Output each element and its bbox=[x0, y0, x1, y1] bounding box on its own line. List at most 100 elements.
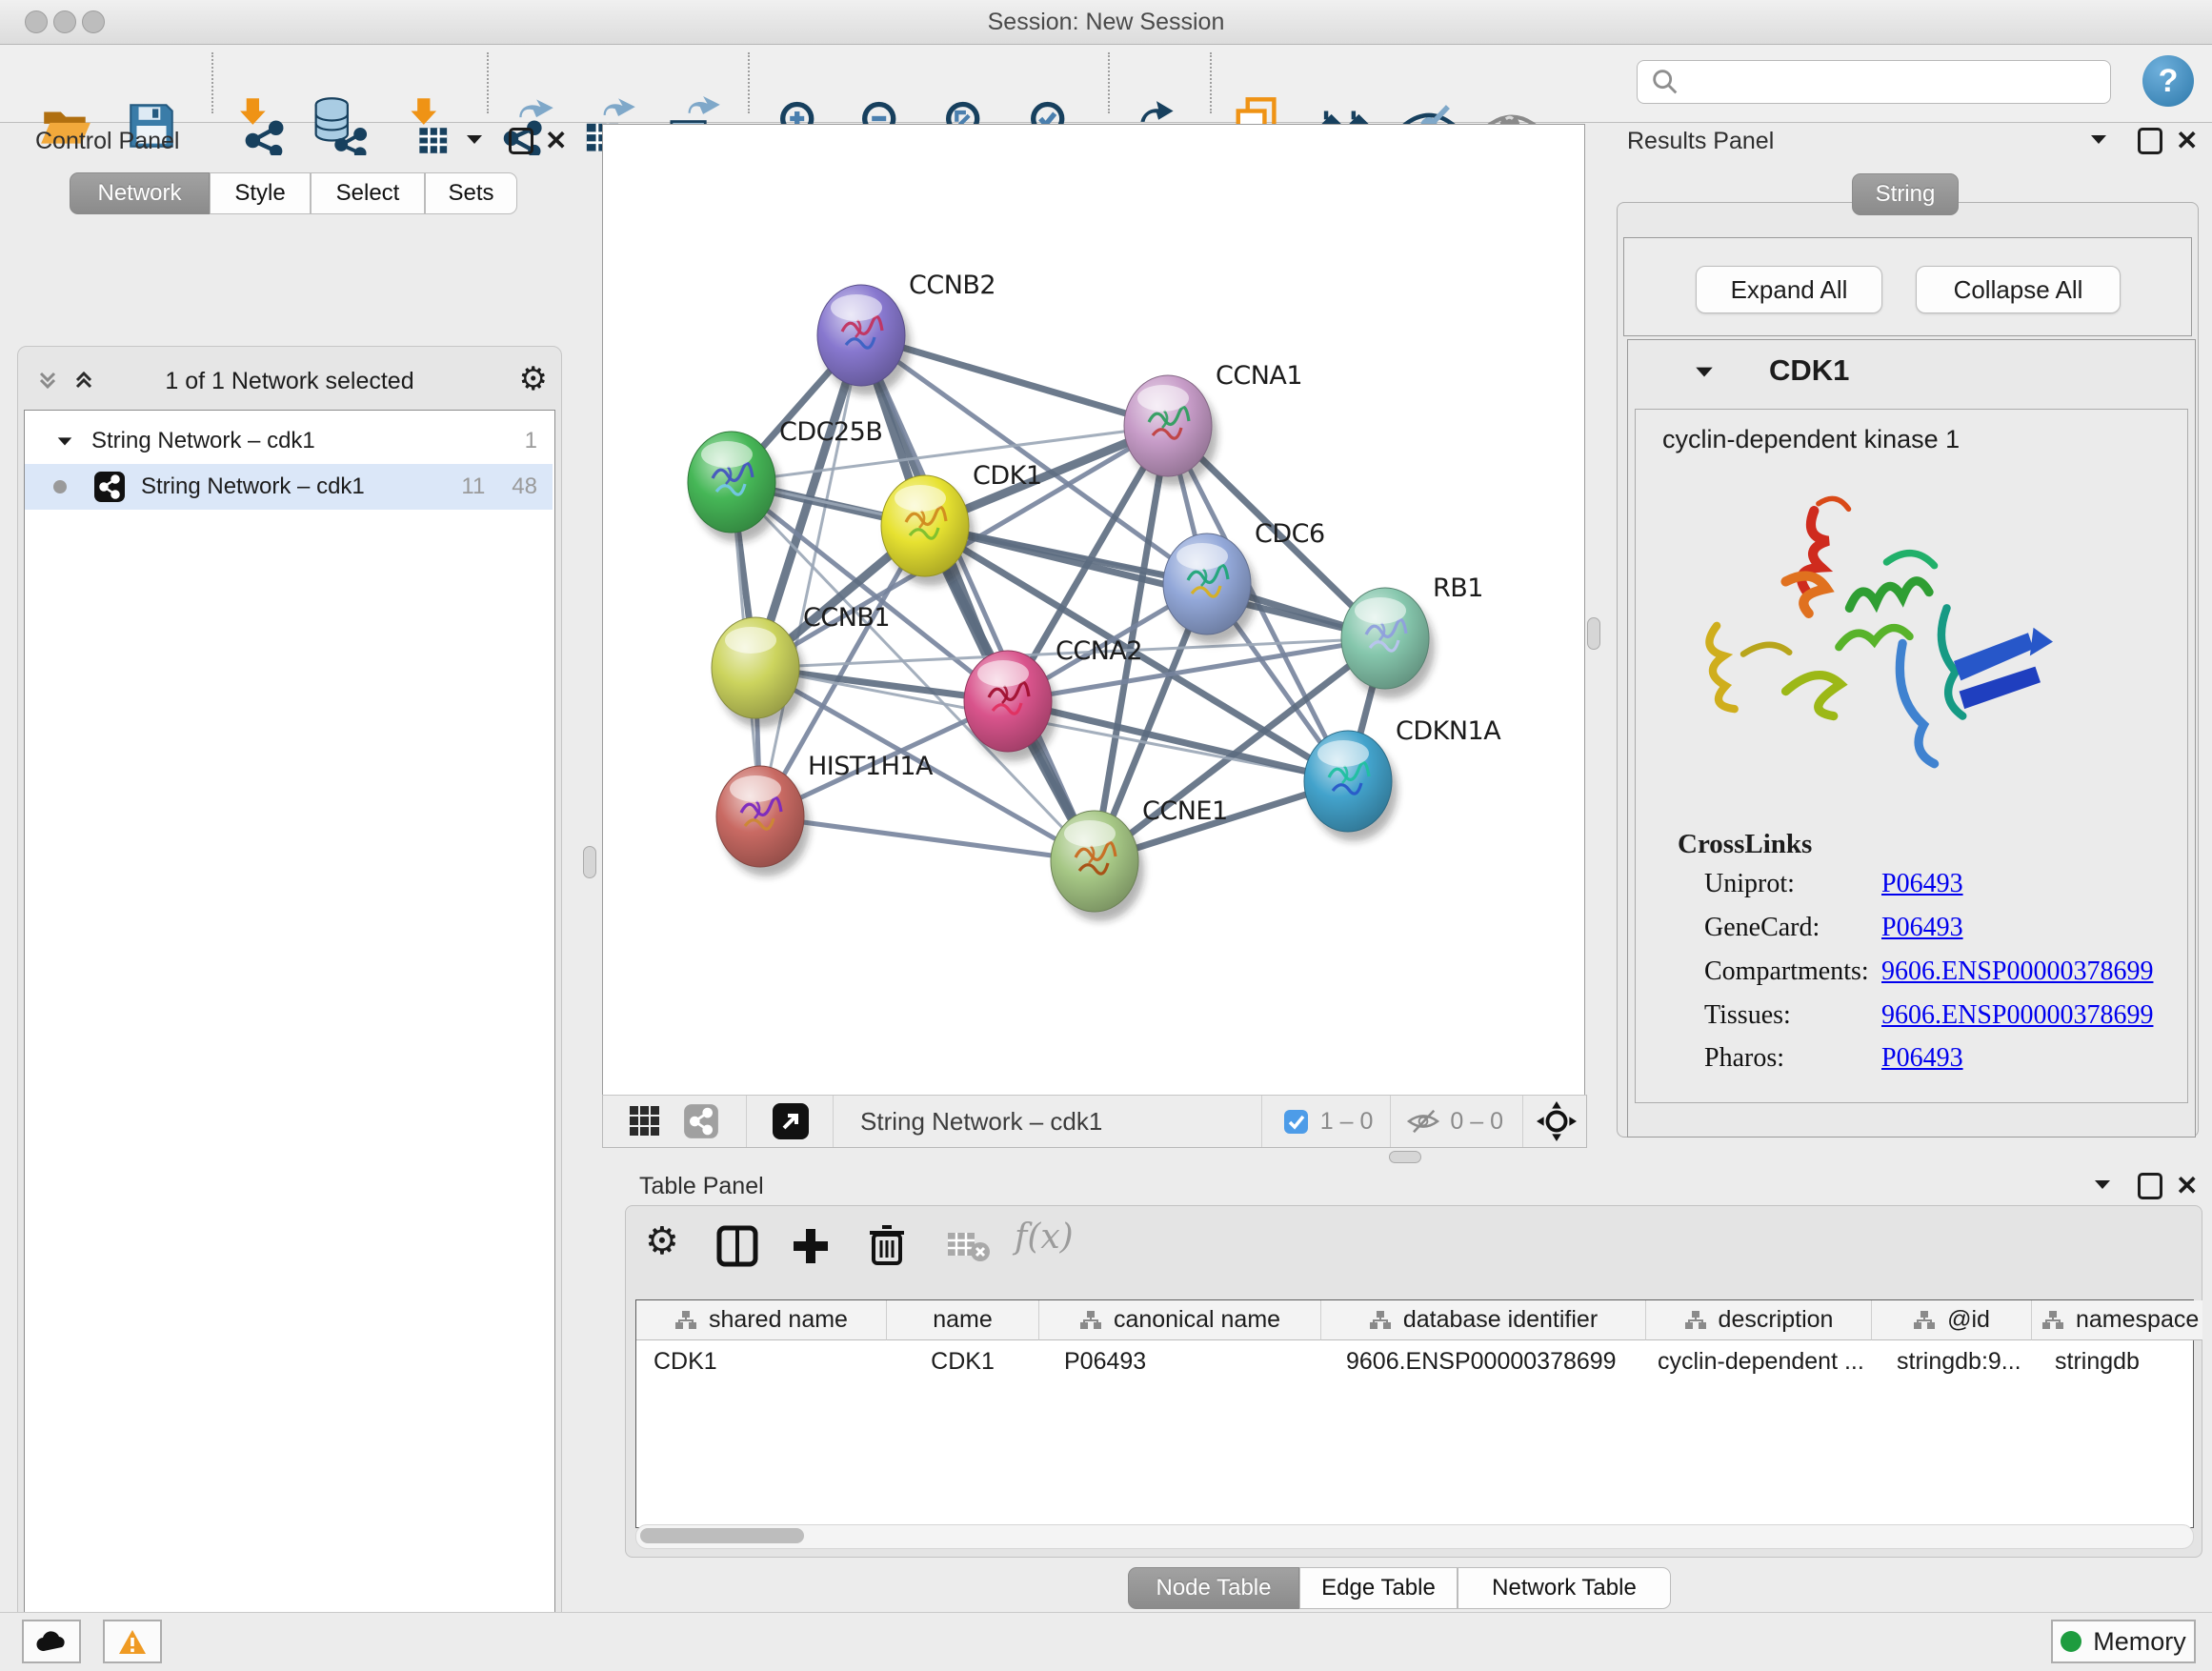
show-columns-icon[interactable] bbox=[716, 1225, 758, 1267]
network-graph[interactable]: CCNB2CCNA1CDC25BCDK1CDC6RB1CCNB1CCNA2CDK… bbox=[603, 125, 1584, 1095]
expand-all-button[interactable]: Expand All bbox=[1696, 266, 1882, 313]
table-box: ⚙ bbox=[625, 1205, 2202, 1558]
network-canvas[interactable]: CCNB2CCNA1CDC25BCDK1CDC6RB1CCNB1CCNA2CDK… bbox=[602, 124, 1585, 1096]
table-cell[interactable]: 9606.ENSP00000378699 bbox=[1321, 1340, 1645, 1382]
results-buttons-box: Expand All Collapse All bbox=[1623, 237, 2192, 336]
table-gear-icon[interactable]: ⚙ bbox=[645, 1219, 679, 1263]
gene-description: cyclin-dependent kinase 1 bbox=[1662, 425, 1960, 454]
tab-network-table[interactable]: Network Table bbox=[1458, 1567, 1671, 1609]
selected-node-edge-counts: 1 – 0 bbox=[1320, 1108, 1374, 1136]
column-header-id[interactable]: @id bbox=[1872, 1300, 2032, 1340]
control-panel-float-icon[interactable] bbox=[509, 128, 533, 159]
search-input[interactable] bbox=[1687, 68, 2110, 96]
uniprot-link[interactable]: P06493 bbox=[1881, 869, 1963, 899]
horizontal-scrollbar[interactable] bbox=[635, 1524, 2194, 1549]
results-panel: Results Panel ✕ String Expand All Collap… bbox=[1612, 122, 2212, 1149]
collapse-all-button[interactable]: Collapse All bbox=[1916, 266, 2121, 313]
table-cell[interactable]: stringdb:9... bbox=[1872, 1340, 2031, 1382]
share-view-icon[interactable] bbox=[683, 1103, 719, 1139]
column-header-namespace[interactable]: namespace bbox=[2032, 1300, 2202, 1340]
genecard-link[interactable]: P06493 bbox=[1881, 913, 1963, 943]
network-edge-count: 48 bbox=[512, 473, 537, 500]
string-results-box: Expand All Collapse All CDK1 cyclin-depe… bbox=[1617, 202, 2199, 1137]
node-label-cdc6: CDC6 bbox=[1255, 519, 1325, 549]
table-panel-menu-icon[interactable] bbox=[2092, 1177, 2113, 1192]
network-node-hist1h1a[interactable] bbox=[716, 766, 810, 876]
left-splitter-handle[interactable] bbox=[583, 846, 596, 878]
network-node-ccna2[interactable] bbox=[964, 651, 1057, 761]
network-node-cdk1[interactable] bbox=[881, 475, 975, 586]
delete-table-icon[interactable] bbox=[946, 1231, 990, 1263]
tissues-link[interactable]: 9606.ENSP00000378699 bbox=[1881, 1000, 2153, 1031]
search-field[interactable] bbox=[1637, 60, 2111, 104]
tab-select[interactable]: Select bbox=[311, 172, 425, 214]
table-cell[interactable]: CDK1 bbox=[887, 1340, 1038, 1382]
toolbar-separator bbox=[211, 52, 213, 113]
column-header-description[interactable]: description bbox=[1646, 1300, 1872, 1340]
network-node-rb1[interactable] bbox=[1341, 588, 1435, 698]
table-cell[interactable]: CDK1 bbox=[636, 1340, 886, 1382]
tree-icon bbox=[1913, 1310, 1936, 1331]
control-panel-close-icon[interactable]: ✕ bbox=[545, 128, 567, 154]
tab-network[interactable]: Network bbox=[70, 172, 210, 214]
crosslink-label: Uniprot: bbox=[1704, 869, 1795, 899]
network-node-cdc25b[interactable] bbox=[688, 432, 781, 542]
function-builder-icon[interactable]: f(x) bbox=[1015, 1218, 1074, 1257]
table-cell[interactable]: cyclin-dependent ... bbox=[1646, 1340, 1871, 1382]
table-panel: Table Panel ✕ ⚙ bbox=[610, 1148, 2212, 1612]
tab-edge-table[interactable]: Edge Table bbox=[1299, 1567, 1458, 1609]
tab-style[interactable]: Style bbox=[210, 172, 311, 214]
crosshair-icon[interactable] bbox=[1537, 1101, 1577, 1141]
gear-icon[interactable]: ⚙ bbox=[519, 360, 548, 398]
pharos-link[interactable]: P06493 bbox=[1881, 1043, 1963, 1074]
control-panel-menu-icon[interactable] bbox=[464, 131, 485, 147]
results-panel-float-icon[interactable] bbox=[2138, 128, 2162, 159]
compartments-link[interactable]: 9606.ENSP00000378699 bbox=[1881, 956, 2153, 987]
network-node-cdc6[interactable] bbox=[1163, 534, 1257, 644]
network-collection-row[interactable]: String Network – cdk1 1 bbox=[25, 418, 553, 464]
right-splitter-handle[interactable] bbox=[1587, 617, 1600, 650]
results-panel-close-icon[interactable]: ✕ bbox=[2176, 128, 2198, 154]
network-view-title: String Network – cdk1 bbox=[860, 1107, 1102, 1137]
network-node-cdkn1a[interactable] bbox=[1304, 731, 1398, 841]
tab-string[interactable]: String bbox=[1852, 173, 1959, 215]
gene-card: CDK1 cyclin-dependent kinase 1 bbox=[1627, 339, 2196, 1137]
delete-column-icon[interactable] bbox=[866, 1223, 908, 1267]
column-header-shared-name[interactable]: shared name bbox=[636, 1300, 887, 1340]
table-cell[interactable]: stringdb bbox=[2032, 1340, 2193, 1382]
table-panel-close-icon[interactable]: ✕ bbox=[2176, 1173, 2198, 1199]
memory-label: Memory bbox=[2093, 1627, 2186, 1657]
column-header-canonical-name[interactable]: canonical name bbox=[1039, 1300, 1321, 1340]
open-in-window-icon[interactable] bbox=[772, 1102, 810, 1140]
results-panel-menu-icon[interactable] bbox=[2088, 131, 2109, 147]
scrollbar-thumb[interactable] bbox=[640, 1528, 804, 1543]
selected-checkbox-icon[interactable] bbox=[1283, 1109, 1309, 1135]
network-edge[interactable] bbox=[760, 816, 1095, 861]
hidden-eye-slash-icon[interactable] bbox=[1406, 1107, 1440, 1136]
birds-eye-view-icon[interactable] bbox=[628, 1104, 662, 1138]
help-button[interactable]: ? bbox=[2142, 55, 2194, 107]
tab-node-table[interactable]: Node Table bbox=[1128, 1567, 1299, 1609]
warnings-button[interactable] bbox=[103, 1620, 162, 1663]
column-header-name[interactable]: name bbox=[887, 1300, 1039, 1340]
memory-button[interactable]: Memory bbox=[2051, 1620, 2196, 1663]
cloud-button[interactable] bbox=[22, 1620, 81, 1663]
network-row[interactable]: String Network – cdk1 11 48 bbox=[25, 464, 553, 510]
gene-card-collapse-icon[interactable] bbox=[1693, 363, 1716, 380]
table-panel-float-icon[interactable] bbox=[2138, 1173, 2162, 1204]
toolbar-separator bbox=[1210, 52, 1212, 113]
network-node-ccne1[interactable] bbox=[1051, 811, 1144, 921]
network-edge[interactable] bbox=[861, 335, 1095, 861]
hidden-node-edge-counts: 0 – 0 bbox=[1450, 1108, 1503, 1136]
tree-icon bbox=[674, 1310, 697, 1331]
results-panel-title: Results Panel bbox=[1627, 128, 1774, 155]
table-cell[interactable]: P06493 bbox=[1039, 1340, 1320, 1382]
main-toolbar: ? bbox=[0, 45, 2212, 123]
tab-sets[interactable]: Sets bbox=[425, 172, 517, 214]
add-column-icon[interactable] bbox=[790, 1225, 832, 1267]
network-node-ccnb2[interactable] bbox=[817, 285, 911, 395]
node-label-ccnb1: CCNB1 bbox=[803, 603, 890, 633]
network-edge[interactable] bbox=[760, 335, 861, 816]
network-node-ccna1[interactable] bbox=[1124, 375, 1217, 486]
column-header-database-identifier[interactable]: database identifier bbox=[1321, 1300, 1646, 1340]
